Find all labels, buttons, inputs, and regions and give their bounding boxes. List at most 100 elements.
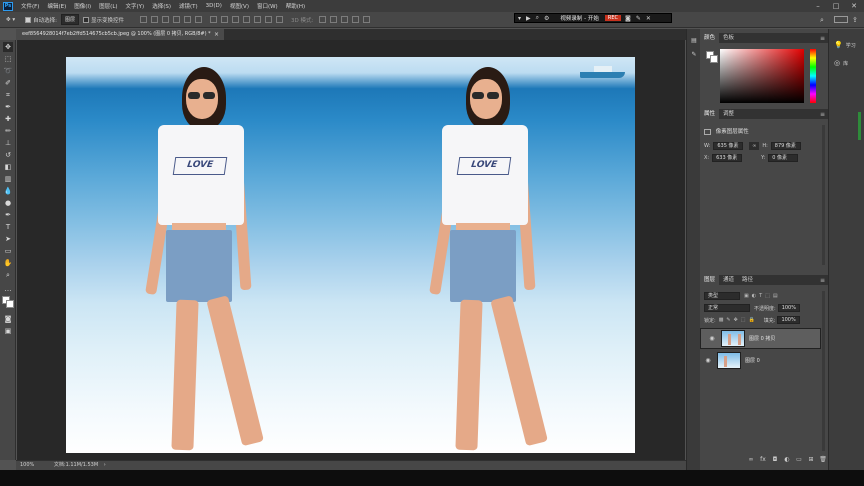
delete-layer-icon[interactable]: 🗑: [819, 456, 827, 464]
adjustment-layer-icon[interactable]: ◐: [783, 456, 791, 464]
add-mask-icon[interactable]: ◘: [771, 456, 779, 464]
rec-button[interactable]: REC: [604, 15, 622, 21]
workspace-icon[interactable]: [834, 16, 848, 23]
x-field[interactable]: 633 像素: [712, 154, 743, 162]
crop-tool-icon[interactable]: ⌗: [3, 90, 13, 100]
auto-align-icon[interactable]: [276, 16, 284, 23]
new-group-icon[interactable]: ▭: [795, 456, 803, 464]
menu-file[interactable]: 文件(F): [17, 2, 43, 10]
camera-icon[interactable]: ◙: [625, 15, 631, 22]
recorder-settings-icon[interactable]: ⚙: [544, 15, 549, 22]
3d-scale-icon[interactable]: [363, 16, 371, 23]
y-field[interactable]: 0 像素: [768, 154, 799, 162]
library-item[interactable]: ◎ 库: [834, 59, 848, 67]
lasso-tool-icon[interactable]: ➰: [3, 66, 13, 76]
zoom-level[interactable]: 100%: [20, 462, 34, 468]
lock-icons[interactable]: ▩✎✥⬚🔒: [719, 317, 758, 323]
3d-roll-icon[interactable]: [330, 16, 338, 23]
width-field[interactable]: 635 像素: [713, 142, 744, 150]
link-dimensions-icon[interactable]: ∞: [749, 142, 760, 150]
visibility-eye-icon[interactable]: ◉: [703, 357, 713, 364]
layers-scrollbar[interactable]: [822, 291, 825, 451]
tab-layers[interactable]: 图层: [700, 275, 720, 285]
recorder-play-icon[interactable]: ▶: [526, 15, 531, 22]
color-panel-menu-icon[interactable]: ≡: [820, 35, 825, 42]
align-hcenter-icon[interactable]: [184, 16, 192, 23]
quick-select-tool-icon[interactable]: ✐: [3, 78, 13, 88]
type-tool-icon[interactable]: T: [3, 222, 13, 232]
tab-swatches[interactable]: 色板: [719, 33, 738, 43]
opacity-field[interactable]: 100%: [777, 304, 800, 312]
pen-tool-icon[interactable]: ✒: [3, 210, 13, 220]
eraser-tool-icon[interactable]: ◧: [3, 162, 13, 172]
3d-pan-icon[interactable]: [341, 16, 349, 23]
menu-select[interactable]: 选择(S): [148, 2, 175, 10]
link-layers-icon[interactable]: ∞: [747, 456, 755, 464]
clone-stamp-tool-icon[interactable]: ⊥: [3, 138, 13, 148]
zoom-tool-icon[interactable]: ⌕: [3, 270, 13, 280]
align-left-icon[interactable]: [173, 16, 181, 23]
height-field[interactable]: 879 像素: [770, 142, 801, 150]
menu-image[interactable]: 图像(I): [70, 2, 95, 10]
document-tab[interactable]: eef8564928014f7eb2ffd514675cb5cb.jpeg @ …: [16, 29, 224, 40]
blend-mode-dropdown[interactable]: 正常: [704, 304, 750, 312]
layers-panel-menu-icon[interactable]: ≡: [820, 277, 825, 284]
align-top-icon[interactable]: [140, 16, 148, 23]
layer-style-icon[interactable]: fx: [759, 456, 767, 464]
menu-help[interactable]: 帮助(H): [282, 2, 309, 10]
minimize-button[interactable]: –: [810, 0, 826, 12]
share-icon[interactable]: ⇪: [852, 16, 858, 24]
menu-window[interactable]: 窗口(W): [253, 2, 282, 10]
align-right-icon[interactable]: [195, 16, 203, 23]
tab-color[interactable]: 颜色: [700, 33, 720, 43]
menu-3d[interactable]: 3D(D): [202, 3, 226, 9]
distribute-hcenter-icon[interactable]: [254, 16, 262, 23]
image-canvas[interactable]: LOVE LOVE: [66, 57, 635, 453]
hue-slider[interactable]: [810, 49, 816, 103]
eyedropper-tool-icon[interactable]: ✒: [3, 102, 13, 112]
history-panel-icon[interactable]: ▤: [690, 37, 698, 45]
learn-item[interactable]: 💡 学习: [834, 41, 856, 49]
distribute-left-icon[interactable]: [243, 16, 251, 23]
brush-tool-icon[interactable]: ✏: [3, 126, 13, 136]
menu-view[interactable]: 视图(V): [226, 2, 253, 10]
edit-toolbar-icon[interactable]: …: [3, 284, 13, 294]
layer-row[interactable]: ◉ 图层 0 拷贝: [700, 328, 821, 349]
color-picker-field[interactable]: [720, 49, 804, 103]
fill-field[interactable]: 100%: [777, 316, 800, 324]
quick-mask-icon[interactable]: ◙: [3, 314, 13, 324]
dodge-tool-icon[interactable]: ●: [3, 198, 13, 208]
auto-select-checkbox[interactable]: [25, 16, 32, 23]
close-window-button[interactable]: ✕: [846, 0, 862, 12]
layer-filter-dropdown[interactable]: 类型: [704, 292, 740, 300]
layer-row[interactable]: ◉ 图层 0: [700, 350, 821, 371]
status-arrow-icon[interactable]: ›: [104, 462, 106, 468]
distribute-right-icon[interactable]: [265, 16, 273, 23]
align-bottom-icon[interactable]: [162, 16, 170, 23]
recorder-close-icon[interactable]: ✕: [646, 15, 651, 22]
auto-select-dropdown[interactable]: 图层: [60, 14, 79, 25]
hand-tool-icon[interactable]: ✋: [3, 258, 13, 268]
blur-tool-icon[interactable]: 💧: [3, 186, 13, 196]
distribute-top-icon[interactable]: [210, 16, 218, 23]
properties-scrollbar[interactable]: [822, 125, 825, 265]
tab-properties[interactable]: 属性: [700, 109, 720, 119]
transform-controls-checkbox[interactable]: [83, 16, 89, 23]
background-color-swatch[interactable]: [6, 300, 14, 308]
properties-panel-menu-icon[interactable]: ≡: [820, 111, 825, 118]
color-background-swatch[interactable]: [710, 55, 718, 63]
gradient-tool-icon[interactable]: ▥: [3, 174, 13, 184]
search-icon[interactable]: ⌕: [820, 16, 824, 25]
menu-filter[interactable]: 滤镜(T): [175, 2, 202, 10]
healing-brush-tool-icon[interactable]: ✚: [3, 114, 13, 124]
actions-panel-icon[interactable]: ✎: [690, 51, 698, 59]
maximize-button[interactable]: □: [828, 0, 844, 12]
document-tab-close-icon[interactable]: ×: [214, 29, 219, 40]
tab-adjustments[interactable]: 调整: [719, 109, 738, 119]
history-brush-tool-icon[interactable]: ↺: [3, 150, 13, 160]
screen-mode-icon[interactable]: ▣: [3, 326, 13, 336]
menu-layer[interactable]: 图层(L): [95, 2, 121, 10]
menu-edit[interactable]: 编辑(E): [43, 2, 70, 10]
move-tool-icon[interactable]: ✥ ▾: [6, 17, 15, 23]
layer-filter-icons[interactable]: ▣◐T⬚▤: [744, 293, 781, 299]
